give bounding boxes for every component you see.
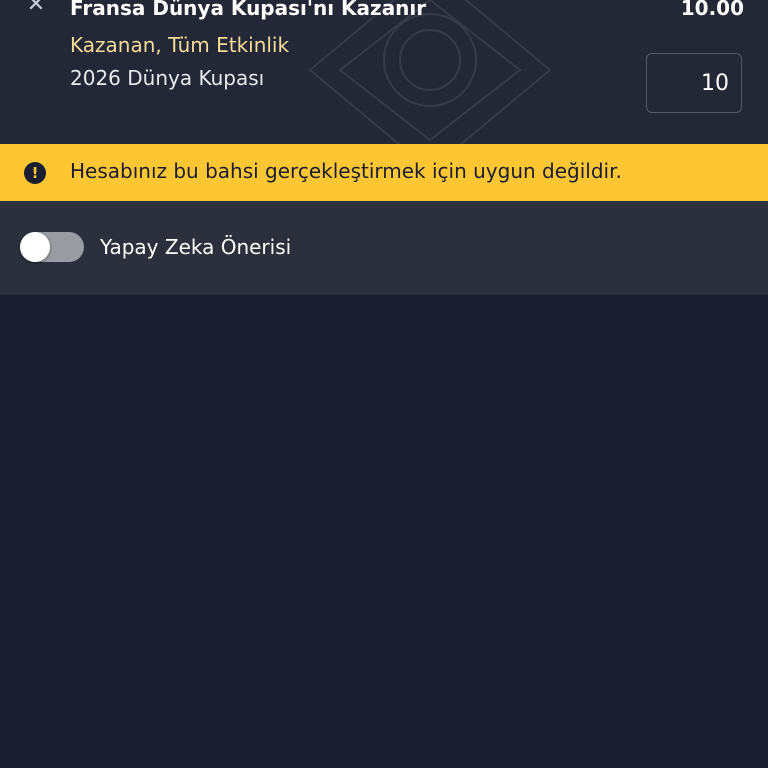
stake-input[interactable] [646,53,742,113]
bet-market-name: Kazanan, Tüm Etkinlik [70,33,290,57]
trophy-watermark-icon [308,0,552,144]
bet-event-name: 2026 Dünya Kupası [70,66,265,90]
close-icon[interactable]: ✕ [24,0,48,18]
warning-message: Hesabınız bu bahsi gerçekleştirmek için … [70,159,622,183]
bet-odds: 10.00 [680,0,744,20]
bet-slip-screen: ✕ Fransa Dünya Kupası'nı Kazanır 10.00 K… [0,0,768,768]
bet-selection-title: Fransa Dünya Kupası'nı Kazanır [70,0,427,20]
ai-suggestion-toggle[interactable] [20,232,84,262]
toggle-knob [20,232,50,262]
bet-selection-card: ✕ Fransa Dünya Kupası'nı Kazanır 10.00 K… [0,0,768,144]
ai-suggestion-row: Yapay Zeka Önerisi [0,201,768,295]
exclamation-circle-icon: ! [24,162,46,184]
ai-suggestion-label: Yapay Zeka Önerisi [100,235,292,259]
eligibility-warning-banner: ! Hesabınız bu bahsi gerçekleştirmek içi… [0,144,768,201]
